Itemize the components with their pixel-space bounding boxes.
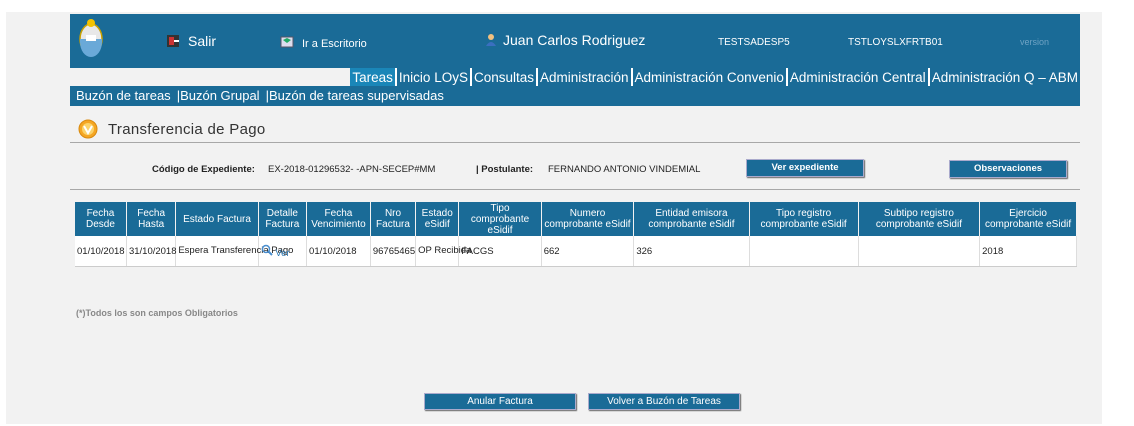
cell-tipo-registro	[749, 236, 859, 267]
menu-item-administracion-central[interactable]: Administración Central	[785, 68, 928, 87]
user-icon	[485, 33, 499, 47]
sub-navigation: Buzón de tareas |Buzón Grupal |Buzón de ta…	[70, 86, 1080, 106]
table-header-row: Fecha Desde Fecha Hasta Estado Factura D…	[75, 202, 1077, 236]
subnav-separator: |	[176, 88, 181, 103]
subnav-separator: |	[265, 88, 269, 103]
main-menu: Tareas Inicio LOyS Consultas Administrac…	[350, 68, 1080, 87]
cell-tipo-comprobante: FACGS	[458, 236, 542, 267]
ver-detalle-link[interactable]: Ver	[275, 248, 289, 259]
page-title: Transferencia de Pago	[108, 120, 266, 138]
menu-item-inicio-loys[interactable]: Inicio LOyS	[394, 68, 470, 87]
column-header: Tipo registro comprobante eSidif	[749, 202, 859, 236]
required-fields-note: (*)Todos los son campos Obligatorios	[76, 308, 238, 318]
coat-of-arms-logo	[79, 19, 103, 57]
cell-estado-esidif: OP Recibida	[415, 236, 471, 267]
divider	[70, 142, 1080, 143]
salir-button[interactable]: Salir	[166, 33, 216, 49]
page-title-icon	[78, 119, 98, 139]
ir-a-escritorio-button[interactable]: Ir a Escritorio	[280, 35, 367, 50]
subnav-buzon-grupal[interactable]: Buzón Grupal	[180, 88, 260, 103]
cell-nro-factura: 96765465	[370, 236, 417, 267]
postulante-value: FERNANDO ANTONIO VINDEMIAL	[548, 164, 701, 175]
user-name: Juan Carlos Rodriguez	[485, 32, 645, 48]
menu-item-administracion[interactable]: Administración	[536, 68, 631, 87]
observaciones-button[interactable]: Observaciones	[949, 160, 1067, 178]
menu-item-administracion-convenio[interactable]: Administración Convenio	[630, 68, 786, 87]
magnifier-icon[interactable]	[261, 244, 273, 259]
facturas-table: Fecha Desde Fecha Hasta Estado Factura D…	[75, 202, 1077, 267]
anular-factura-button[interactable]: Anular Factura	[424, 393, 576, 410]
volver-buzon-button[interactable]: Volver a Buzón de Tareas	[588, 393, 740, 410]
column-header: Numero comprobante eSidif	[541, 202, 635, 236]
page-title-area: Transferencia de Pago	[78, 118, 266, 140]
cell-entidad-emisora: 326	[633, 236, 750, 267]
server-label: TSTLOYSLXFRTB01	[848, 37, 943, 48]
column-header: Tipo comprobante eSidif	[458, 202, 542, 236]
version-label: version	[1020, 37, 1050, 47]
cell-fecha-desde: 01/10/2018	[75, 236, 127, 267]
ver-expediente-button[interactable]: Ver expediente	[746, 159, 864, 177]
top-header-bar: Salir Ir a Escritorio Juan Carlos Rodrig…	[70, 14, 1080, 68]
cell-fecha-hasta: 31/10/2018	[126, 236, 177, 267]
column-header: Nro Factura	[370, 202, 417, 236]
environment-label: TESTSADESP5	[718, 37, 790, 48]
cell-fecha-vencimiento: 01/10/2018	[306, 236, 371, 267]
cell-ejercicio: 2018	[979, 236, 1077, 267]
subnav-buzon-supervisadas[interactable]: Buzón de tareas supervisadas	[269, 88, 444, 103]
desktop-icon	[280, 35, 294, 49]
column-header: Fecha Desde	[75, 202, 127, 236]
table-row: 01/10/2018 31/10/2018 Espera Transferenc…	[75, 236, 1077, 267]
postulante-label: | Postulante:	[476, 164, 534, 175]
column-header: Estado eSidif	[415, 202, 460, 236]
column-header: Estado Factura	[175, 202, 259, 236]
exit-icon	[166, 34, 180, 48]
cell-estado-factura: Espera Transferencia Pago	[175, 236, 293, 267]
subnav-buzon-de-tareas[interactable]: Buzón de tareas	[70, 88, 171, 103]
salir-label: Salir	[188, 33, 217, 49]
expediente-label: Código de Expediente:	[152, 164, 255, 175]
menu-item-consultas[interactable]: Consultas	[469, 68, 536, 87]
menu-item-tareas[interactable]: Tareas	[350, 68, 395, 87]
column-header: Fecha Hasta	[126, 202, 177, 236]
column-header: Entidad emisora comprobante eSidif	[633, 202, 750, 236]
user-name-text: Juan Carlos Rodriguez	[503, 32, 646, 48]
column-header: Ejercicio comprobante eSidif	[979, 202, 1077, 236]
column-header: Fecha Vencimiento	[306, 202, 371, 236]
cell-numero-comprobante: 662	[541, 236, 635, 267]
cell-detalle-factura: Ver	[258, 236, 308, 267]
menu-item-administracion-q-abm[interactable]: Administración Q – ABM	[927, 68, 1080, 87]
column-header: Subtipo registro comprobante eSidif	[858, 202, 981, 236]
expediente-value: EX-2018-01296532- -APN-SECEP#MM	[268, 164, 436, 175]
cell-subtipo-registro	[858, 236, 981, 267]
column-header: Detalle Factura	[258, 202, 308, 236]
escritorio-label: Ir a Escritorio	[302, 38, 367, 50]
divider	[70, 189, 1080, 190]
